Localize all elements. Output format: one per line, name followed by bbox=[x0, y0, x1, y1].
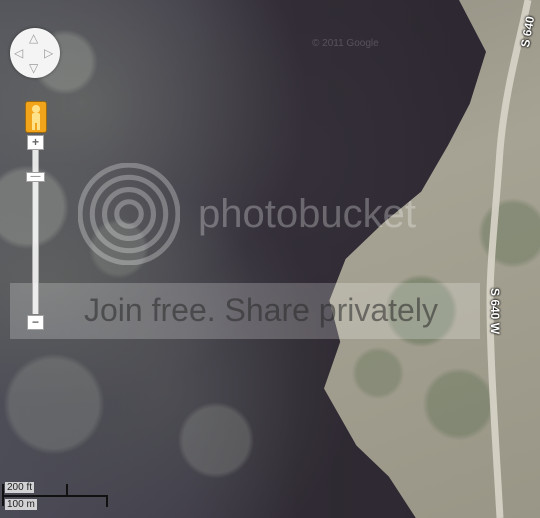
zoom-slider-thumb[interactable]: — bbox=[26, 171, 45, 182]
scale-bar: 200 ft 100 m bbox=[0, 480, 120, 514]
map-copyright: © 2011 Google bbox=[312, 38, 379, 49]
scale-tick-metric bbox=[106, 495, 108, 507]
watermark-brand: photobucket bbox=[198, 192, 416, 236]
scale-line bbox=[2, 495, 108, 497]
zoom-out-button[interactable]: − bbox=[27, 315, 44, 330]
scale-tick-start bbox=[2, 484, 4, 506]
satellite-map[interactable]: S 640 S 640 W © 2011 Google photobucket … bbox=[0, 0, 540, 518]
arrow-down-icon[interactable]: ▽ bbox=[29, 62, 38, 74]
scale-tick-imperial bbox=[66, 484, 68, 496]
road-label-mid: S 640 W bbox=[488, 288, 502, 335]
arrow-right-icon[interactable]: ▷ bbox=[44, 47, 53, 59]
zoom-in-button[interactable]: + bbox=[27, 135, 44, 150]
scale-metric-label: 100 m bbox=[5, 499, 37, 510]
arrow-up-icon[interactable]: △ bbox=[29, 32, 38, 44]
photobucket-logo bbox=[78, 163, 180, 265]
scale-imperial-label: 200 ft bbox=[5, 482, 35, 493]
arrow-left-icon[interactable]: ◁ bbox=[14, 47, 23, 59]
pan-control[interactable]: △ ▽ ◁ ▷ bbox=[10, 28, 60, 78]
watermark-banner-text: Join free. Share privately bbox=[84, 292, 438, 328]
street-view-pegman-icon[interactable] bbox=[25, 101, 47, 133]
